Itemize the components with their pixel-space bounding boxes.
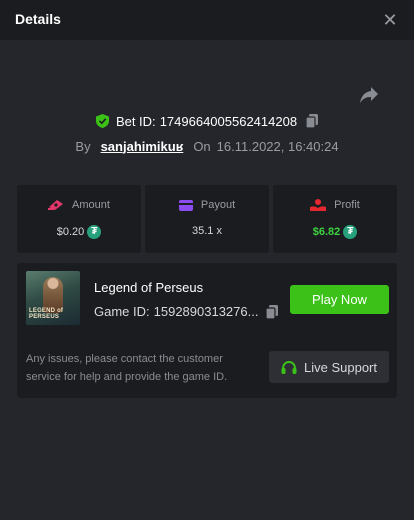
wallet-icon [178,200,193,211]
game-id-row: Game ID: 1592890313276... [94,304,279,319]
copy-icon[interactable] [306,114,319,128]
by-label: By [75,138,91,154]
payout-value: 35.1 x [192,225,222,237]
on-label: On [193,138,211,154]
bet-id-value: 1749664005562414208 [159,113,298,129]
bet-meta-row: By sanjahimikuʁ On 16.11.2022, 16:40:24 [0,137,414,155]
profit-label: Profit [334,199,360,211]
live-support-label: Live Support [304,359,377,375]
payout-label: Payout [200,199,236,211]
bet-id-row: Bet ID: 1749664005562414208 [0,112,414,130]
username-link[interactable]: sanjahimikuʁ [101,139,184,154]
bet-id-label: Bet ID: [115,113,156,129]
tether-icon: ₮ [87,225,102,239]
profit-card: Profit $6.82 ₮ [273,185,397,253]
stats-panel: Amount $0.20 ₮ Payout 35.1 x Profit $6.8… [17,185,397,253]
amount-label: Amount [72,199,110,211]
support-text: Any issues, please contact the customer … [26,353,228,383]
bet-datetime: 16.11.2022, 16:40:24 [216,138,339,154]
copy-icon[interactable] [266,304,279,319]
live-support-button[interactable]: Live Support [269,351,389,383]
share-button[interactable] [359,86,379,104]
payout-card: Payout 35.1 x [145,185,269,253]
game-id-value: 1592890313276... [153,304,259,319]
game-thumbnail[interactable]: LEGEND of PERSEUS [26,271,80,325]
headset-icon [281,360,297,374]
profit-value: $6.82 [312,226,341,238]
page-title: Details [15,11,61,27]
close-icon: ✕ [382,10,398,30]
game-card: LEGEND of PERSEUS Legend of Perseus Game… [17,263,397,398]
hand-coin-icon [310,199,327,211]
amount-value: $0.20 [56,226,85,238]
header: Details ✕ [0,0,414,40]
share-icon [360,87,378,103]
play-now-button[interactable]: Play Now [290,285,389,314]
game-name: Legend of Perseus [94,280,204,295]
shield-check-icon [95,114,109,128]
money-icon [48,200,64,210]
amount-card: Amount $0.20 ₮ [17,185,141,253]
tether-icon: ₮ [343,225,358,239]
close-button[interactable]: ✕ [382,11,398,29]
game-id-label: Game ID: [94,304,150,319]
game-thumbnail-logo: LEGEND of PERSEUS [29,308,64,320]
